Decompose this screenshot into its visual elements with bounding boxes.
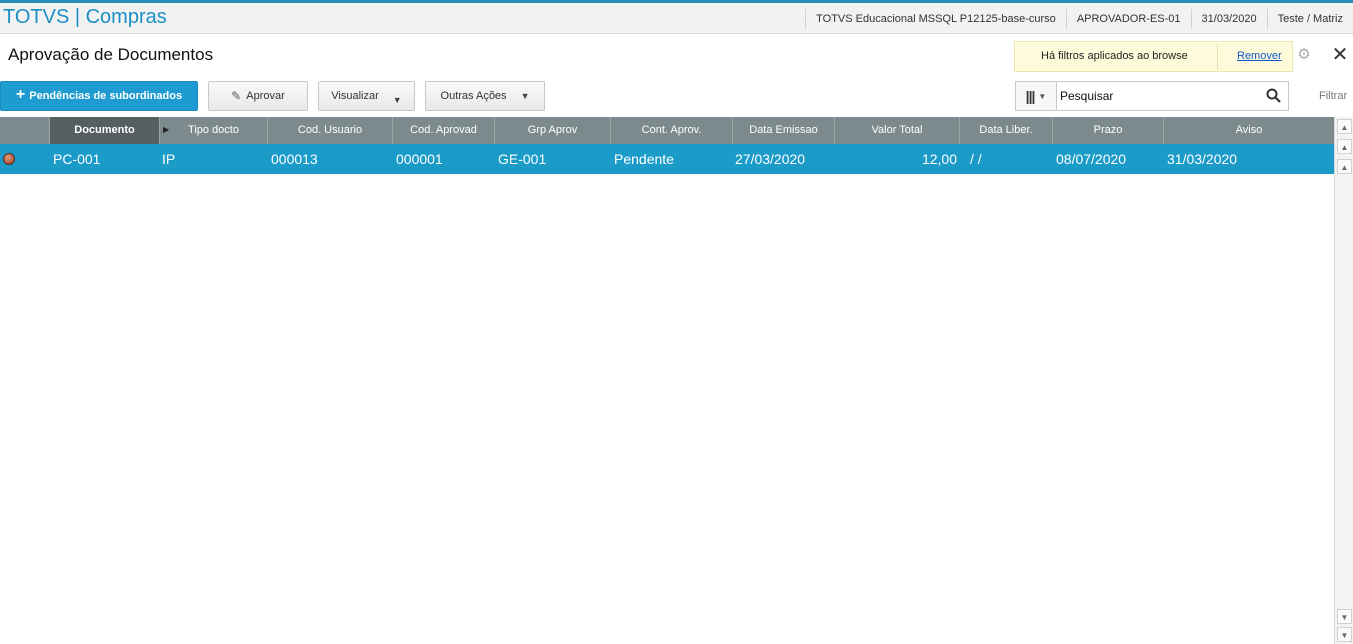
cell-prazo: 08/07/2020 [1056,151,1127,167]
pendencias-label: Pendências de subordinados [29,90,183,102]
column-header-cod-usuario[interactable]: Cod. Usuario [268,117,393,144]
outras-acoes-button[interactable]: Outras Ações ▼ [425,81,545,111]
columns-icon: ||| [1025,88,1036,104]
column-header-data-emissao[interactable]: Data Emissao [733,117,835,144]
pendencias-subordinados-button[interactable]: + Pendências de subordinados [0,81,198,111]
cell-valor-total: 12,00 [921,151,957,167]
scroll-page-up-alt-icon[interactable]: ▲ [1337,159,1352,174]
search-icon[interactable] [1265,87,1283,105]
column-selector-button[interactable]: ||| ▼ [1016,82,1057,110]
scroll-page-down-icon[interactable]: ▼ [1337,627,1352,642]
grid-header: Documento ▶ Tipo docto Cod. Usuario Cod.… [0,117,1334,144]
column-header-aviso[interactable]: Aviso [1164,117,1334,144]
visualizar-button[interactable]: Visualizar ▼ [318,81,415,111]
scroll-down-icon[interactable]: ▼ [1337,609,1352,624]
chevron-down-icon: ▼ [392,95,402,105]
chevron-down-icon: ▼ [520,91,530,101]
column-header-cont-aprov[interactable]: Cont. Aprov. [611,117,733,144]
column-header-valor-total[interactable]: Valor Total [835,117,960,144]
pencil-icon: ✎ [231,89,242,103]
column-header-data-liber[interactable]: Data Liber. [960,117,1053,144]
filter-notice-divider [1217,44,1218,69]
remove-filter-link[interactable]: Remover [1237,50,1282,62]
cell-aviso: 31/03/2020 [1167,151,1238,167]
column-header-documento[interactable]: Documento [50,117,160,144]
branch-label[interactable]: Teste / Matriz [1266,9,1353,29]
column-header-cod-aprovad[interactable]: Cod. Aprovad [393,117,495,144]
search-box: ||| ▼ [1015,81,1289,111]
column-header-grp-aprov[interactable]: Grp Aprov [495,117,611,144]
filter-notice: Há filtros aplicados ao browse Remover [1014,41,1293,72]
date-label: 31/03/2020 [1190,9,1267,29]
cell-data-emissao: 27/03/2020 [735,151,806,167]
scroll-up-icon[interactable]: ▲ [1337,119,1352,134]
table-row[interactable]: PC-001 IP 000013 000001 GE-001 Pendente … [0,144,1334,174]
gear-icon[interactable]: ⚙ [1296,47,1312,63]
cell-cod-aprovad: 000001 [396,151,443,167]
cell-cont-aprov: Pendente [614,151,674,167]
filtrar-link[interactable]: Filtrar [1319,90,1347,102]
cell-cod-usuario: 000013 [271,151,318,167]
aprovar-label: Aprovar [246,90,285,102]
status-column-header [0,117,50,144]
page-title: Aprovação de Documentos [8,45,214,64]
close-icon[interactable]: ✕ [1329,44,1351,66]
search-input[interactable] [1060,86,1260,106]
visualizar-label: Visualizar [331,90,379,102]
scroll-page-up-icon[interactable]: ▲ [1337,139,1352,154]
aprovar-button[interactable]: ✎ Aprovar [208,81,308,111]
header-info: TOTVS Educacional MSSQL P12125-base-curs… [805,8,1353,30]
documents-grid: Documento ▶ Tipo docto Cod. Usuario Cod.… [0,117,1334,174]
chevron-down-icon: ▼ [1038,91,1047,101]
app-title: TOTVS | Compras [3,6,167,28]
filter-notice-text: Há filtros aplicados ao browse [1041,50,1188,62]
cell-grp-aprov: GE-001 [498,151,547,167]
environment-label: TOTVS Educacional MSSQL P12125-base-curs… [805,9,1066,29]
cell-documento: PC-001 [53,151,101,167]
app-header: TOTVS | Compras TOTVS Educacional MSSQL … [0,3,1353,34]
outras-acoes-label: Outras Ações [440,90,507,102]
column-header-tipo-docto[interactable]: Tipo docto [160,117,268,144]
plus-icon: + [15,86,26,103]
vertical-scrollbar[interactable]: ▲ ▲ ▲ ▼ ▼ [1334,117,1353,644]
user-label: APROVADOR-ES-01 [1065,9,1191,29]
cell-data-liber: / / [970,151,982,167]
status-pending-icon [3,153,15,165]
column-header-prazo[interactable]: Prazo [1053,117,1164,144]
cell-tipo-docto: IP [162,151,176,167]
